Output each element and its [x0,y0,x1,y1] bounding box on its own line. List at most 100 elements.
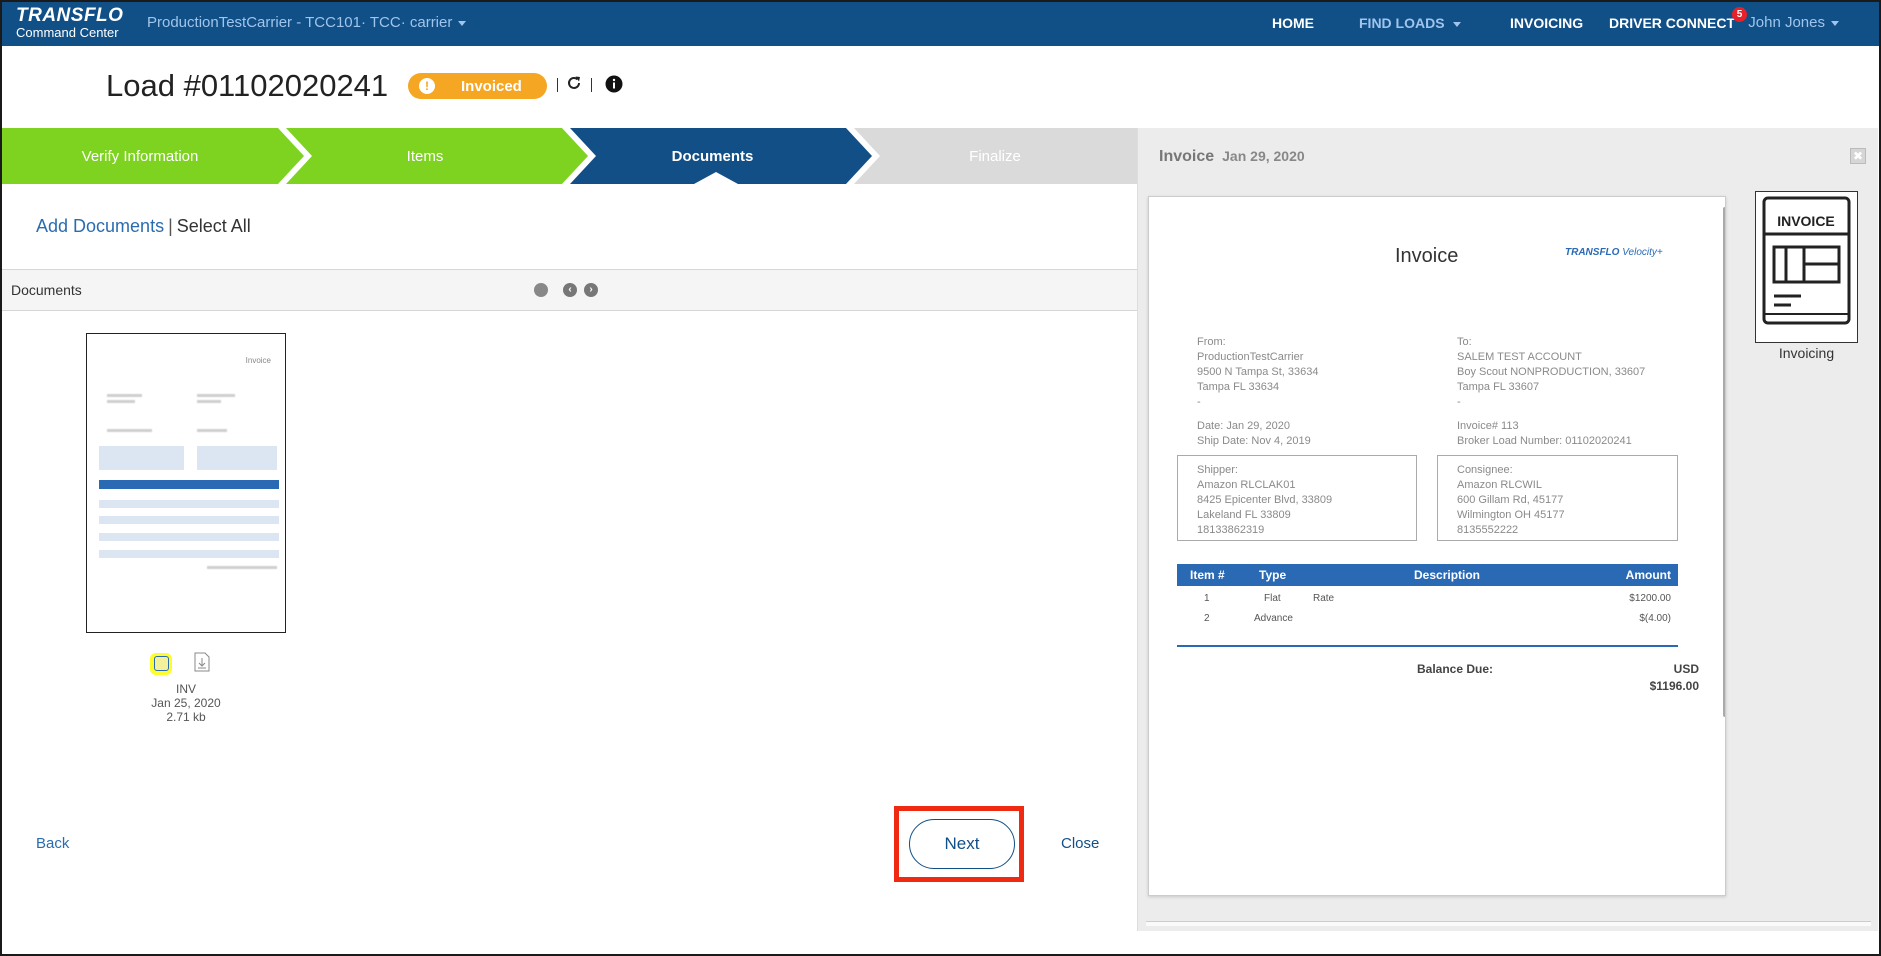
user-menu[interactable]: John Jones [1748,14,1839,31]
transflo-logo[interactable]: TRANSFLO Command Center [16,6,123,39]
cell-item: 1 [1204,593,1210,604]
table-row: 1 Flat Rate $1200.00 [1177,591,1678,609]
preview-date: Jan 29, 2020 [1222,148,1305,164]
document-meta: INV Jan 25, 2020 2.71 kb [136,682,236,724]
items-table-header: Item # Type Description Amount [1177,564,1678,586]
chevron-left-icon[interactable]: ‹ [563,283,577,297]
step-documents[interactable]: Documents [585,148,840,165]
blurred-row [99,500,279,508]
blurred-text [197,400,221,403]
document-type: INV [175,682,196,696]
status-label: Invoiced [461,78,522,95]
divider [591,78,592,92]
invoice-date: Date: Jan 29, 2020 [1197,420,1290,432]
blurred-row [99,533,279,541]
step-items[interactable]: Items [300,148,550,165]
blurred-box [99,446,184,470]
to-block: To: SALEM TEST ACCOUNT Boy Scout NONPROD… [1457,335,1645,410]
invoice-number-block: Invoice# 113 Broker Load Number: 0110202… [1457,419,1632,449]
invoicing-card-label: Invoicing [1778,345,1835,361]
consignee-label: Consignee: [1457,464,1513,476]
document-select-checkbox[interactable] [150,653,172,675]
preview-title: Invoice [1159,148,1215,165]
balance-amount: $1196.00 [1649,679,1699,693]
documents-actions: Add Documents | Select All [36,216,251,237]
shipper-line: Amazon RLCLAK01 [1197,479,1296,491]
blurred-box [197,446,277,470]
select-all-link[interactable]: Select All [177,216,251,236]
blurred-table-header [99,480,279,489]
step-finalize[interactable]: Finalize [870,148,1120,165]
to-line: - [1457,396,1461,408]
blurred-text [197,429,227,432]
shipper-line: 8425 Epicenter Blvd, 33809 [1197,494,1333,506]
cell-amount: $1200.00 [1629,593,1671,604]
balance-label: Balance Due: [1417,662,1494,676]
col-amount: Amount [1625,568,1671,582]
document-thumbnail[interactable]: Invoice [86,333,286,633]
invoice-logo-suffix: Velocity+ [1622,247,1663,258]
add-documents-link[interactable]: Add Documents [36,216,164,236]
broker-load-number: Broker Load Number: 01102020241 [1457,435,1632,447]
shipper-line: 18133862319 [1197,524,1265,536]
invoice-icon-text: INVOICE [1777,213,1835,229]
consignee-line: Wilmington OH 45177 [1457,509,1565,521]
from-block: From: ProductionTestCarrier 9500 N Tampa… [1197,335,1319,410]
chevron-down-icon [458,20,467,26]
blurred-text [107,394,142,397]
preview-scrollbar[interactable] [1723,207,1725,717]
blurred-text [207,566,277,569]
nav-driver-connect[interactable]: DRIVER CONNECT 5 [1609,7,1748,31]
document-date: Jan 25, 2020 [151,696,221,710]
download-icon[interactable] [194,652,210,672]
blurred-text [107,400,135,403]
invoice-preview-panel: Invoice Jan 29, 2020 ✖ Invoice TRANSFLO V… [1137,128,1878,931]
page-dot-icon[interactable] [534,283,548,297]
refresh-icon[interactable] [565,74,583,92]
divider [557,78,558,92]
close-button[interactable]: Close [1061,835,1099,852]
nav-driver-connect-label: DRIVER CONNECT [1609,15,1736,31]
chevron-down-icon [1452,21,1461,27]
close-icon[interactable]: ✖ [1850,148,1866,164]
invoicing-document-card[interactable]: INVOICE [1755,191,1858,343]
invoice-logo: TRANSFLO Velocity+ [1565,247,1663,258]
ship-date: Ship Date: Nov 4, 2019 [1197,435,1311,447]
nav-home[interactable]: HOME [1272,15,1314,31]
next-highlight-frame: Next [894,806,1024,882]
back-button[interactable]: Back [36,835,69,852]
consignee-line: 600 Gillam Rd, 45177 [1457,494,1564,506]
from-line: ProductionTestCarrier [1197,351,1304,363]
separator: | [168,216,173,236]
nav-invoicing[interactable]: INVOICING [1510,15,1583,31]
table-row: 2 Advance $(4.00) [1177,611,1678,629]
info-icon[interactable] [605,75,623,93]
to-label: To: [1457,336,1472,348]
user-name: John Jones [1748,14,1825,31]
blurred-text [197,394,235,397]
carrier-selector[interactable]: ProductionTestCarrier - TCC101· TCC· car… [147,14,467,31]
to-line: Tampa FL 33607 [1457,381,1540,393]
cell-item: 2 [1204,613,1210,624]
next-button[interactable]: Next [909,819,1015,869]
blurred-row [99,550,279,558]
invoice-icon: INVOICE [1762,196,1851,325]
cell-description: Rate [1313,593,1335,604]
dates-block: Date: Jan 29, 2020 Ship Date: Nov 4, 201… [1197,419,1311,449]
invoice-logo-brand: TRANSFLO [1565,247,1620,258]
notification-badge: 5 [1732,7,1748,22]
cell-type: Flat [1264,593,1281,604]
thumbnail-title: Invoice [245,356,271,365]
horizontal-scrollbar[interactable] [1146,921,1871,926]
from-line: - [1197,396,1201,408]
step-verify-information[interactable]: Verify Information [2,148,278,165]
chevron-right-icon[interactable]: › [584,283,598,297]
from-line: Tampa FL 33634 [1197,381,1280,393]
documents-toolbar: Documents ‹ › [2,269,1137,311]
exclamation-icon: ! [419,78,435,94]
col-item: Item # [1190,568,1225,582]
document-size: 2.71 kb [166,710,206,724]
chevron-down-icon [1831,20,1839,26]
shipper-block: Shipper: Amazon RLCLAK01 8425 Epicenter … [1197,463,1332,538]
nav-find-loads[interactable]: FIND LOADS [1359,15,1461,31]
